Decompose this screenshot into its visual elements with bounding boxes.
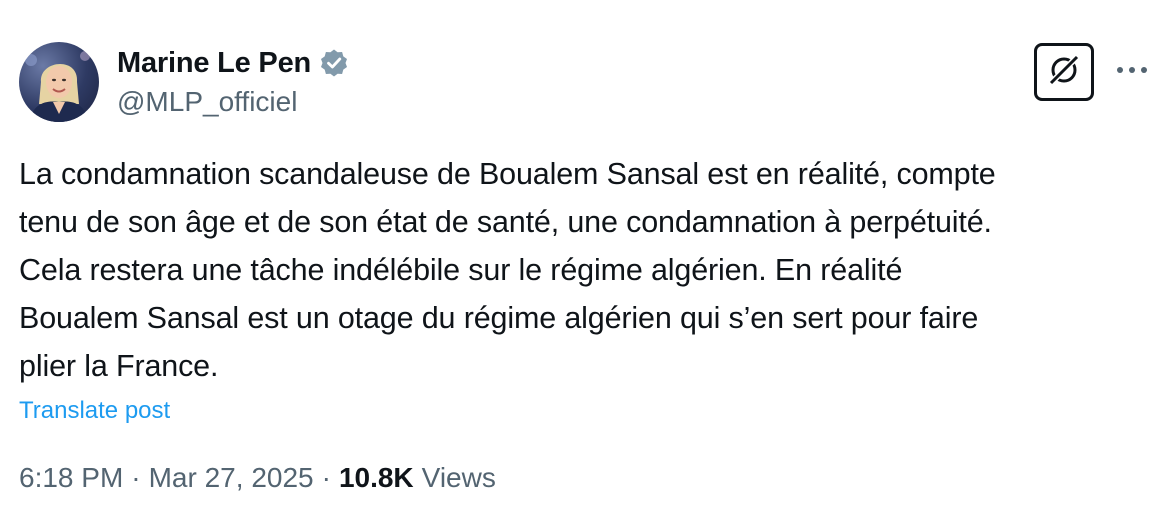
grok-icon (1046, 52, 1082, 93)
post-time[interactable]: 6:18 PM (19, 462, 123, 494)
grok-button[interactable] (1034, 43, 1094, 101)
name-row: Marine Le Pen (117, 44, 349, 82)
verified-badge-icon[interactable] (319, 48, 349, 78)
more-horizontal-icon (1115, 62, 1149, 80)
meta-separator: · (321, 462, 331, 493)
translate-post-link[interactable]: Translate post (19, 397, 170, 425)
display-name[interactable]: Marine Le Pen (117, 47, 311, 80)
post-date[interactable]: Mar 27, 2025 (149, 462, 314, 494)
tweet-card: Marine Le Pen @MLP_officiel La condamnat… (0, 0, 1166, 532)
post-meta: 6:18 PM · Mar 27, 2025 · 10.8K Views (19, 462, 496, 494)
more-options-button[interactable] (1112, 56, 1152, 86)
post-text: La condamnation scandaleuse de Boualem S… (19, 157, 996, 383)
avatar[interactable] (19, 42, 99, 122)
meta-separator: · (131, 462, 141, 493)
user-handle[interactable]: @MLP_officiel (117, 86, 349, 118)
author-block: Marine Le Pen @MLP_officiel (117, 44, 349, 118)
views-count: 10.8K (338, 462, 414, 493)
views-label: Views (421, 462, 496, 493)
